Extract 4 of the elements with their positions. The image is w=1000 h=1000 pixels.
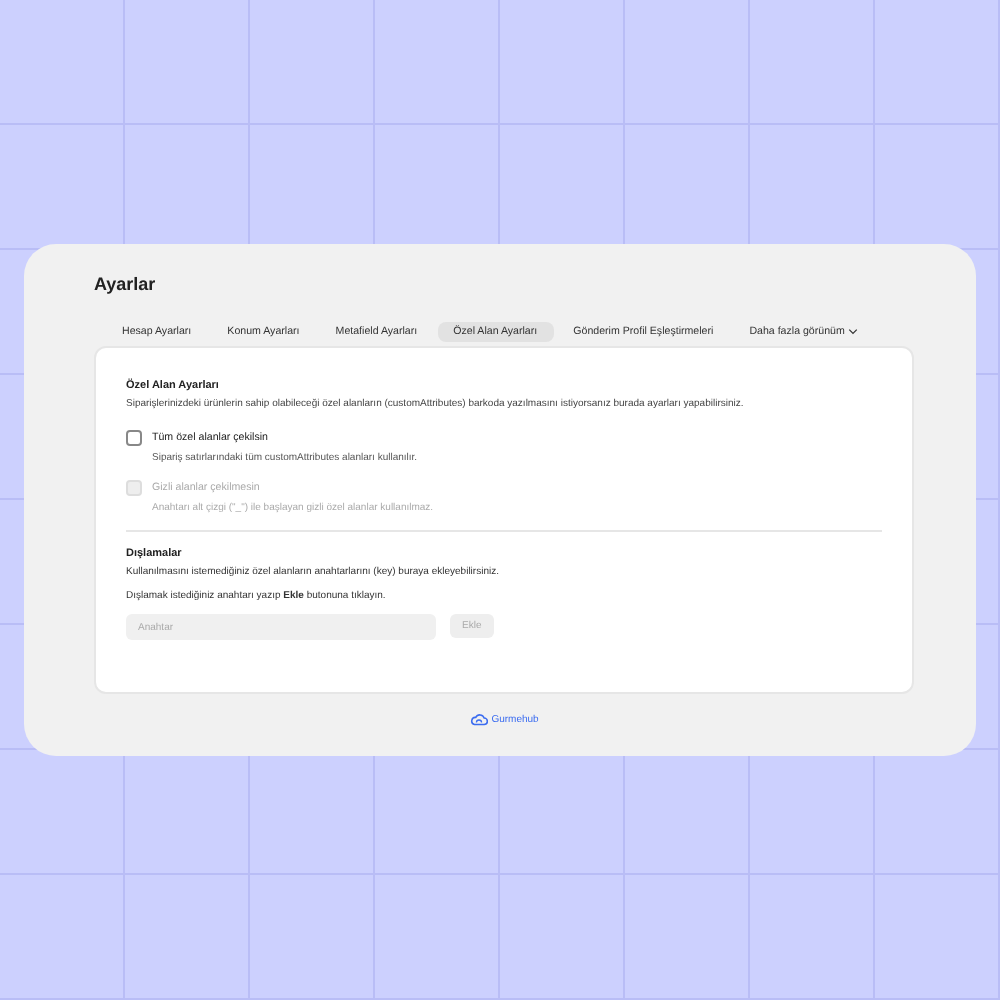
caret-icon (848, 328, 859, 336)
checkbox[interactable] (126, 430, 142, 446)
cloud-logo-icon (469, 714, 488, 726)
window-title: Ayarlar (94, 274, 158, 294)
